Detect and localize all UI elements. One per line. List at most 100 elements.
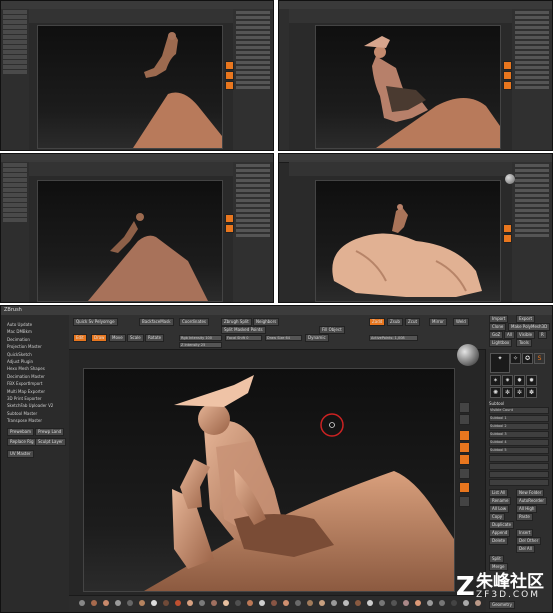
material-swatch[interactable] [271, 600, 277, 606]
material-swatch[interactable] [283, 600, 289, 606]
export-button[interactable]: Export [516, 315, 536, 323]
brush-icon[interactable]: ✽ [526, 387, 537, 398]
uv-master-button[interactable]: UV Master [7, 450, 34, 459]
subtool-item[interactable]: Subtool 1 [489, 415, 549, 422]
material-swatch[interactable] [163, 600, 169, 606]
del-all-button[interactable]: Del All [516, 545, 535, 553]
edit-button[interactable]: Edit [73, 334, 87, 342]
menu-item[interactable]: SketchFab Uploader V2 [1, 402, 69, 409]
material-swatch[interactable] [151, 600, 157, 606]
z-intensity-slider[interactable]: Z Intensity 25 [179, 342, 222, 348]
preview-land-button[interactable]: Prewp Land [35, 428, 65, 437]
subtool-item[interactable]: Subtool 5 [489, 447, 549, 454]
auto-reorder-button[interactable]: AutoReorder [516, 497, 548, 505]
zadd-button[interactable]: Zadd [369, 318, 386, 326]
insert-button[interactable]: Insert [516, 529, 534, 537]
move-view-button[interactable] [459, 430, 470, 441]
draw-size-slider[interactable]: Draw Size 64 [265, 335, 302, 341]
all-low-button[interactable]: All Low [489, 505, 510, 513]
split-button[interactable]: Split [489, 555, 504, 563]
menu-item[interactable]: Adjust Plugin [1, 358, 69, 365]
brush-icon[interactable]: ✺ [490, 387, 501, 398]
brush-icon[interactable]: ✷ [502, 375, 513, 386]
backface-mask-button[interactable]: BackfaceMask [139, 318, 174, 326]
material-swatch[interactable] [403, 600, 409, 606]
subtool-item[interactable] [489, 463, 549, 470]
view-tool-button[interactable] [459, 402, 470, 413]
brush-icon[interactable]: ✸ [514, 375, 525, 386]
viewport-canvas[interactable] [37, 180, 223, 302]
material-swatch[interactable] [247, 600, 253, 606]
material-swatch[interactable] [139, 600, 145, 606]
view-tool-button[interactable] [459, 496, 470, 507]
material-swatch[interactable] [307, 600, 313, 606]
all-button[interactable]: All [504, 331, 515, 339]
material-swatch[interactable] [367, 600, 373, 606]
orange-tool-button[interactable] [503, 224, 512, 233]
view-tool-button[interactable] [459, 414, 470, 425]
rename-button[interactable]: Rename [489, 497, 512, 505]
material-swatch[interactable] [79, 600, 85, 606]
visible-button[interactable]: Visible [516, 331, 536, 339]
menu-item[interactable]: Projection Master [1, 343, 69, 350]
menu-item[interactable]: FBX ExportImport [1, 380, 69, 387]
material-sphere-icon[interactable] [505, 174, 515, 184]
brush-icon[interactable]: ✹ [526, 375, 537, 386]
paste-button[interactable]: Paste [516, 513, 533, 521]
geometry-button[interactable]: Geometry [489, 601, 515, 609]
zsub-button[interactable]: Zsub [387, 318, 403, 326]
main-viewport[interactable] [83, 368, 455, 592]
orange-tool-button[interactable] [225, 61, 234, 70]
merge-button[interactable]: Merge [489, 563, 508, 571]
brush-icon[interactable]: ✪ [522, 353, 533, 364]
menu-item[interactable]: QuickSketch [1, 351, 69, 358]
material-swatch[interactable] [235, 600, 241, 606]
orange-tool-button[interactable] [503, 71, 512, 80]
mirror-button[interactable]: Mirror [429, 318, 447, 326]
tools-button[interactable]: Tools [516, 339, 532, 347]
material-swatch[interactable] [439, 600, 445, 606]
zbrush-split-button[interactable]: Zbrugh Split [221, 318, 252, 326]
menu-item[interactable]: Decimation Master [1, 373, 69, 380]
material-swatch[interactable] [379, 600, 385, 606]
brush-icon[interactable]: S [534, 353, 545, 364]
lightbox-button[interactable]: Lightbox [489, 339, 513, 347]
view-tool-button[interactable] [459, 468, 470, 479]
neighbors-button[interactable]: Neighbors [253, 318, 280, 326]
scale-button[interactable]: Scale [127, 334, 144, 342]
subtool-item[interactable] [489, 455, 549, 462]
del-other-button[interactable]: Del Other [516, 537, 542, 545]
orange-tool-button[interactable] [225, 71, 234, 80]
material-swatch[interactable] [103, 600, 109, 606]
new-folder-button[interactable]: New Folder [516, 489, 545, 497]
list-all-button[interactable]: List All [489, 489, 509, 497]
dynamic-button[interactable]: Dynamic [305, 334, 329, 342]
material-swatch[interactable] [91, 600, 97, 606]
viewport-canvas[interactable] [315, 180, 501, 302]
menu-item[interactable]: Subtool Master [1, 410, 69, 417]
weld-button[interactable]: Weld [453, 318, 469, 326]
material-swatch[interactable] [211, 600, 217, 606]
material-swatch[interactable] [331, 600, 337, 606]
subtool-item[interactable]: Subtool 4 [489, 439, 549, 446]
viewport-canvas[interactable] [37, 25, 223, 149]
orange-tool-button[interactable] [503, 234, 512, 243]
r-button[interactable]: R [538, 331, 547, 339]
preview-button[interactable]: Prewebam [7, 428, 34, 437]
rotate-view-button[interactable] [459, 454, 470, 465]
import-button[interactable]: Import [489, 315, 509, 323]
subtool-item[interactable]: Subtool 3 [489, 431, 549, 438]
goz-button[interactable]: GoZ [489, 331, 504, 339]
draw-button[interactable]: Draw [91, 334, 108, 342]
brush-icon[interactable]: ✶ [490, 375, 501, 386]
orange-tool-button[interactable] [225, 224, 234, 233]
orange-tool-button[interactable] [225, 214, 234, 223]
replace-rig-button[interactable]: Replace Rig [7, 438, 37, 447]
orange-tool-button[interactable] [225, 81, 234, 90]
material-swatch[interactable] [319, 600, 325, 606]
subtool-item[interactable]: Visible Count [489, 407, 549, 414]
orange-tool-button[interactable] [503, 61, 512, 70]
menu-item[interactable]: Hexx Mesh Shapes [1, 365, 69, 372]
menu-item[interactable]: Transpose Master [1, 417, 69, 424]
material-swatch[interactable] [391, 600, 397, 606]
